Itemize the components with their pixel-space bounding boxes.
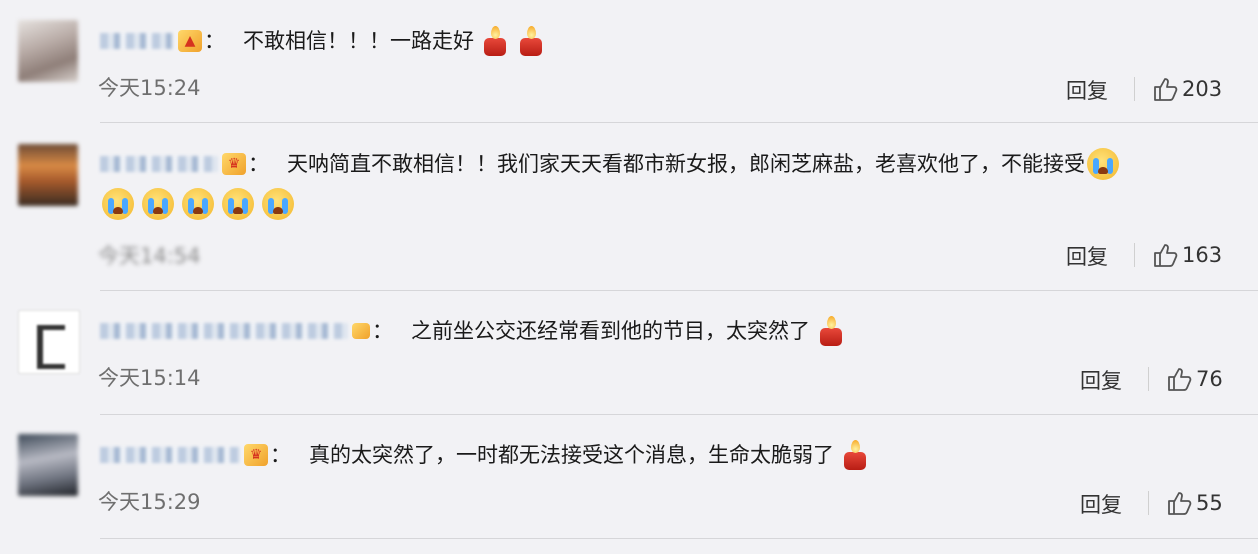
like-count: 76 (1196, 367, 1223, 391)
crown-badge-icon: ♛ (222, 153, 246, 175)
colon: ： (372, 319, 393, 343)
candle-icon (480, 24, 510, 58)
emoji-line (102, 188, 302, 220)
comment-time: 今天15:24 (98, 76, 201, 100)
reply-button[interactable]: 回复 (1066, 241, 1108, 271)
member-badge-icon (352, 323, 370, 339)
like-count: 55 (1196, 491, 1223, 515)
separator (1148, 367, 1149, 391)
crying-face-icon (222, 188, 254, 220)
comment-text: 不敢相信！！！一路走好 (243, 29, 474, 53)
divider (100, 122, 1258, 123)
crying-face-icon (1087, 148, 1119, 180)
thumbs-up-icon (1154, 78, 1178, 101)
like-button[interactable]: 203 (1152, 76, 1222, 102)
comment-text: 天呐简直不敢相信！！我们家天天看都市新女报，郎闲芝麻盐，老喜欢他了，不能接受 (287, 152, 1085, 176)
crying-face-icon (142, 188, 174, 220)
username-blurred[interactable] (100, 156, 218, 172)
candle-icon (516, 24, 546, 58)
avatar[interactable] (18, 310, 80, 374)
comment-text: 之前坐公交还经常看到他的节目，太突然了 (411, 319, 810, 343)
divider (100, 538, 1258, 539)
comment-line: ▲ ： 不敢相信！！！一路走好 (100, 24, 546, 58)
reply-button[interactable]: 回复 (1066, 75, 1108, 105)
comment-time: 今天15:29 (98, 490, 201, 514)
colon: ： (204, 29, 225, 53)
comment-line: ♛ ： 天呐简直不敢相信！！我们家天天看都市新女报，郎闲芝麻盐，老喜欢他了，不能… (100, 148, 1127, 180)
colon: ： (270, 443, 291, 467)
reply-button[interactable]: 回复 (1080, 489, 1122, 519)
candle-icon (816, 314, 846, 348)
crying-face-icon (262, 188, 294, 220)
comment-time: 今天14:54 (98, 244, 201, 268)
comment-time: 今天15:14 (98, 366, 201, 390)
username-blurred[interactable] (100, 33, 174, 49)
like-count: 163 (1182, 243, 1223, 267)
avatar[interactable] (18, 20, 78, 82)
username-blurred[interactable] (100, 323, 348, 339)
like-count: 203 (1182, 77, 1223, 101)
like-button[interactable]: 163 (1152, 242, 1222, 268)
divider (100, 414, 1258, 415)
like-button[interactable]: 55 (1166, 490, 1223, 516)
comment-line: ♛ ： 真的太突然了，一时都无法接受这个消息，生命太脆弱了 (100, 438, 870, 472)
crying-face-icon (182, 188, 214, 220)
avatar[interactable] (18, 144, 78, 206)
crying-face-icon (102, 188, 134, 220)
candle-icon (840, 438, 870, 472)
divider (100, 290, 1258, 291)
separator (1134, 77, 1135, 101)
comment-text: 真的太突然了，一时都无法接受这个消息，生命太脆弱了 (309, 443, 834, 467)
avatar[interactable] (18, 434, 78, 496)
separator (1134, 243, 1135, 267)
like-button[interactable]: 76 (1166, 366, 1223, 392)
thumbs-up-icon (1168, 368, 1192, 391)
member-badge-icon: ▲ (178, 30, 202, 52)
thumbs-up-icon (1168, 492, 1192, 515)
reply-button[interactable]: 回复 (1080, 365, 1122, 395)
colon: ： (248, 152, 269, 176)
separator (1148, 491, 1149, 515)
crown-badge-icon: ♛ (244, 444, 268, 466)
thumbs-up-icon (1154, 244, 1178, 267)
comment-line: ： 之前坐公交还经常看到他的节目，太突然了 (100, 314, 846, 348)
username-blurred[interactable] (100, 447, 240, 463)
